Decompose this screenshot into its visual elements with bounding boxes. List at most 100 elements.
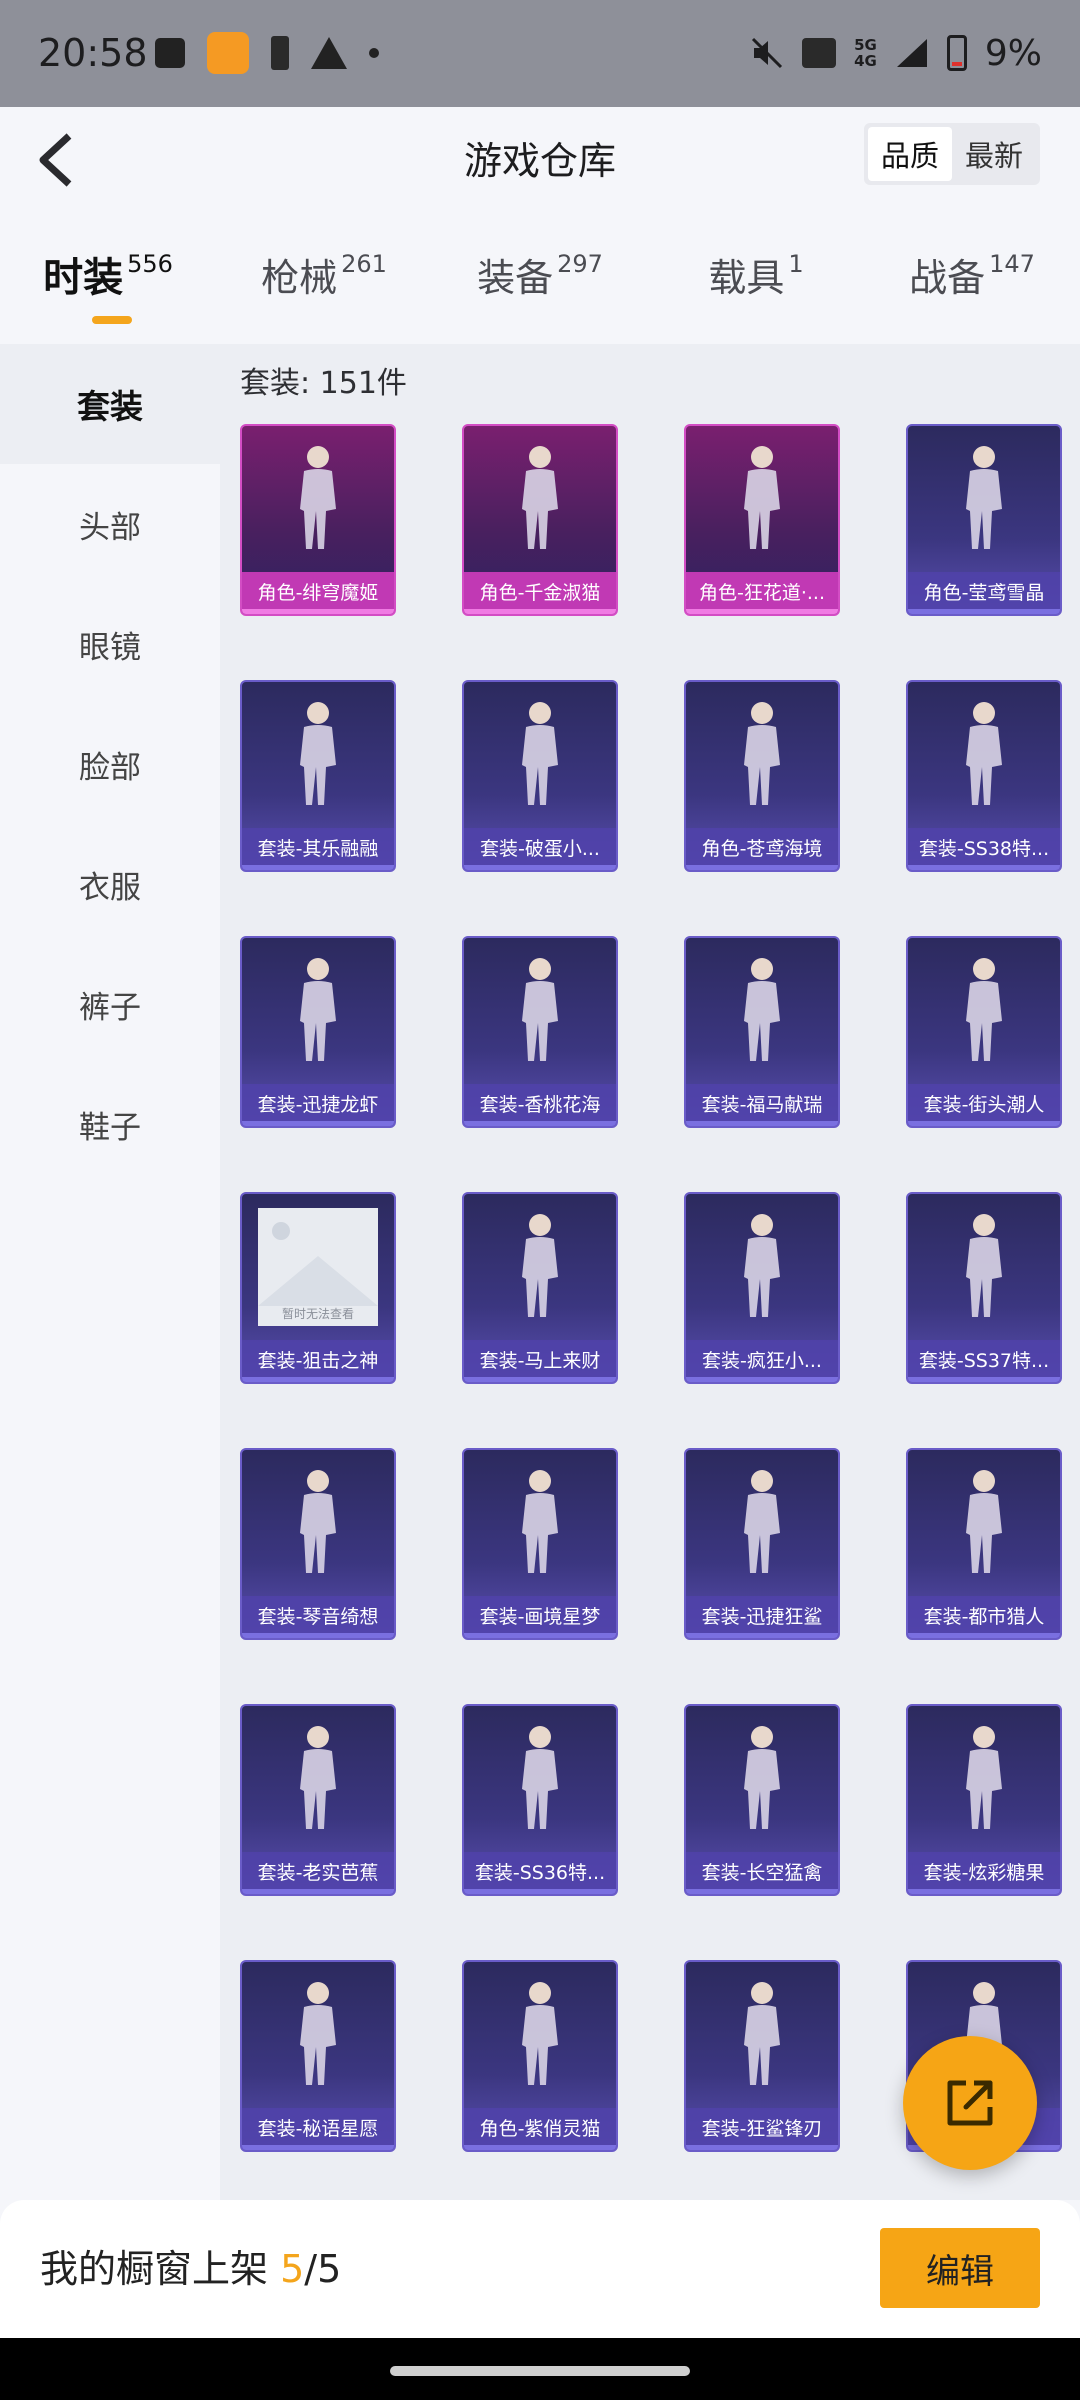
tab-firearms[interactable]: 枪械 261 bbox=[216, 223, 432, 344]
item-card[interactable]: 角色-绯穹魔姬 bbox=[240, 424, 396, 616]
mute-icon bbox=[752, 37, 783, 69]
item-card[interactable]: 套装-SS36特... bbox=[462, 1704, 618, 1896]
item-card[interactable]: 角色-狂花道·... bbox=[684, 424, 840, 616]
item-card[interactable]: 套装-疯狂小... bbox=[684, 1192, 840, 1384]
item-card[interactable]: 套装-狂鲨锋刃 bbox=[684, 1960, 840, 2152]
battery-saver-icon bbox=[271, 36, 289, 70]
rarity-bar bbox=[464, 609, 616, 614]
item-thumbnail bbox=[908, 426, 1060, 572]
item-thumbnail bbox=[242, 682, 394, 828]
outfit-figure-icon bbox=[744, 958, 780, 1061]
item-card[interactable]: 角色-莹鸢雪晶 bbox=[906, 424, 1062, 616]
vibrate-icon bbox=[802, 38, 837, 68]
system-icons: 5G 4G 9% bbox=[750, 28, 1042, 78]
system-nav-bar bbox=[0, 2338, 1080, 2400]
rarity-bar bbox=[686, 2145, 838, 2150]
item-name: 套装-琴音绮想 bbox=[242, 1596, 394, 1638]
tab-fashion[interactable]: 时装 556 bbox=[0, 223, 216, 344]
item-card[interactable]: 套装-迅捷狂鲨 bbox=[684, 1448, 840, 1640]
outfit-figure-icon bbox=[966, 1726, 1002, 1829]
item-thumbnail bbox=[686, 1706, 838, 1852]
item-card[interactable]: 套装-长空猛禽 bbox=[684, 1704, 840, 1896]
outfit-figure-icon bbox=[744, 1982, 780, 2085]
rarity-bar bbox=[908, 865, 1060, 870]
item-card[interactable]: 套装-其乐融融 bbox=[240, 680, 396, 872]
item-thumbnail bbox=[686, 682, 838, 828]
app-notification-icon bbox=[207, 32, 249, 74]
item-card[interactable]: 套装-炫彩糖果 bbox=[906, 1704, 1062, 1896]
showcase-total-count: /5 bbox=[304, 2247, 342, 2291]
item-name: 角色-狂花道·... bbox=[686, 572, 838, 614]
item-card[interactable]: 套装-老实芭蕉 bbox=[240, 1704, 396, 1896]
rarity-bar bbox=[908, 1377, 1060, 1382]
item-thumbnail bbox=[908, 1706, 1060, 1852]
rarity-bar bbox=[464, 1889, 616, 1894]
item-name: 角色-莹鸢雪晶 bbox=[908, 572, 1060, 614]
outfit-figure-icon bbox=[300, 702, 336, 805]
sidebar-item-pants[interactable]: 裤子 bbox=[0, 944, 220, 1064]
notification-icons bbox=[155, 30, 379, 76]
item-thumbnail bbox=[464, 1450, 616, 1596]
more-notifications-icon bbox=[369, 48, 379, 58]
item-name: 套装-迅捷狂鲨 bbox=[686, 1596, 838, 1638]
sidebar-item-glasses[interactable]: 眼镜 bbox=[0, 584, 220, 704]
item-card[interactable]: 套装-破蛋小... bbox=[462, 680, 618, 872]
item-card[interactable]: 暂时无法查看 套装-狙击之神 bbox=[240, 1192, 396, 1384]
tab-label: 枪械 bbox=[261, 256, 338, 300]
outfit-figure-icon bbox=[744, 1214, 780, 1317]
subcategory-sidebar: 套装 头部 眼镜 脸部 衣服 裤子 鞋子 bbox=[0, 344, 220, 2200]
item-card[interactable]: 套装-福马献瑞 bbox=[684, 936, 840, 1128]
item-thumbnail bbox=[908, 682, 1060, 828]
item-name: 套装-都市猎人 bbox=[908, 1596, 1060, 1638]
item-card[interactable]: 套装-秘语星愿 bbox=[240, 1960, 396, 2152]
sort-quality-button[interactable]: 品质 bbox=[868, 127, 952, 181]
sidebar-item-face[interactable]: 脸部 bbox=[0, 704, 220, 824]
sort-latest-button[interactable]: 最新 bbox=[952, 127, 1036, 181]
tab-supplies[interactable]: 战备 147 bbox=[864, 223, 1080, 344]
item-thumbnail bbox=[464, 426, 616, 572]
item-name: 套装-SS36特... bbox=[464, 1852, 616, 1894]
item-card[interactable]: 套装-SS37特... bbox=[906, 1192, 1062, 1384]
item-card[interactable]: 角色-千金淑猫 bbox=[462, 424, 618, 616]
item-card[interactable]: 套装-香桃花海 bbox=[462, 936, 618, 1128]
rarity-bar bbox=[908, 1121, 1060, 1126]
item-card[interactable]: 角色-紫俏灵猫 bbox=[462, 1960, 618, 2152]
home-indicator[interactable] bbox=[390, 2366, 690, 2376]
item-thumbnail bbox=[686, 938, 838, 1084]
item-card[interactable]: 套装-琴音绮想 bbox=[240, 1448, 396, 1640]
item-card[interactable]: 套装-都市猎人 bbox=[906, 1448, 1062, 1640]
tab-vehicles[interactable]: 载具 1 bbox=[648, 223, 864, 344]
item-name: 角色-千金淑猫 bbox=[464, 572, 616, 614]
edit-button[interactable]: 编辑 bbox=[880, 2228, 1040, 2308]
item-thumbnail bbox=[242, 426, 394, 572]
status-bar: 20:58 5G 4G 9% bbox=[0, 0, 1080, 107]
item-name: 套装-香桃花海 bbox=[464, 1084, 616, 1126]
item-name: 套装-炫彩糖果 bbox=[908, 1852, 1060, 1894]
tab-equipment[interactable]: 装备 297 bbox=[432, 223, 648, 344]
item-thumbnail bbox=[908, 1450, 1060, 1596]
showcase-bar: 我的橱窗上架 5/5 编辑 bbox=[0, 2200, 1080, 2338]
sidebar-item-head[interactable]: 头部 bbox=[0, 464, 220, 584]
item-name: 套装-SS37特... bbox=[908, 1340, 1060, 1382]
item-card[interactable]: 套装-SS38特... bbox=[906, 680, 1062, 872]
item-name: 套装-疯狂小... bbox=[686, 1340, 838, 1382]
item-card[interactable]: 套装-迅捷龙虾 bbox=[240, 936, 396, 1128]
item-card[interactable]: 套装-画境星梦 bbox=[462, 1448, 618, 1640]
item-thumbnail bbox=[242, 1450, 394, 1596]
rarity-bar bbox=[242, 1121, 394, 1126]
outfit-figure-icon bbox=[744, 1726, 780, 1829]
item-thumbnail bbox=[464, 938, 616, 1084]
item-card[interactable]: 角色-苍鸢海境 bbox=[684, 680, 840, 872]
sidebar-item-clothes[interactable]: 衣服 bbox=[0, 824, 220, 944]
item-card[interactable]: 套装-马上来财 bbox=[462, 1192, 618, 1384]
tab-count: 261 bbox=[341, 250, 387, 278]
share-button[interactable] bbox=[903, 2036, 1037, 2170]
sidebar-item-shoes[interactable]: 鞋子 bbox=[0, 1064, 220, 1184]
item-thumbnail bbox=[686, 1962, 838, 2108]
sidebar-item-outfit[interactable]: 套装 bbox=[0, 344, 220, 464]
item-card[interactable]: 套装-街头潮人 bbox=[906, 936, 1062, 1128]
outfit-figure-icon bbox=[522, 1982, 558, 2085]
outfit-figure-icon bbox=[966, 1470, 1002, 1573]
tab-count: 297 bbox=[557, 250, 603, 278]
rarity-bar bbox=[242, 2145, 394, 2150]
